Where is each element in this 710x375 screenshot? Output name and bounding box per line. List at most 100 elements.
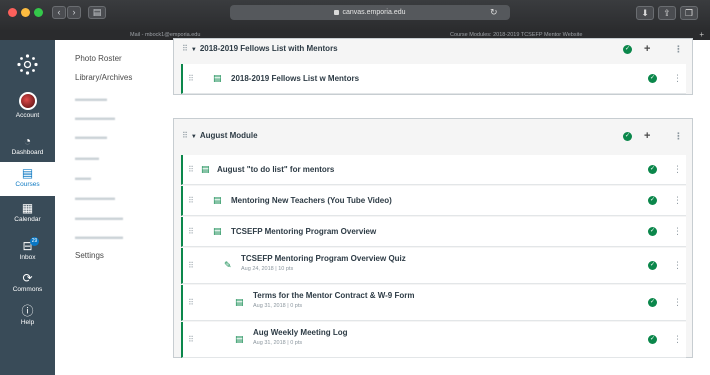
global-nav-help[interactable]: ⓘ Help <box>0 304 55 332</box>
item-menu-icon[interactable]: ⋮ <box>673 297 682 308</box>
module-item-row[interactable]: ⠿ ▤ August "to do list" for mentors ✓ ⋮ <box>181 155 686 185</box>
add-item-icon[interactable]: + <box>644 39 650 59</box>
item-menu-icon[interactable]: ⋮ <box>673 195 682 206</box>
item-menu-icon[interactable]: ⋮ <box>673 334 682 345</box>
add-item-icon[interactable]: + <box>644 119 650 153</box>
module-item-meta: Aug 31, 2018 | 0 pts <box>253 340 303 346</box>
module-item-title[interactable]: TCSEFP Mentoring Program Overview Quiz <box>241 254 406 263</box>
drag-handle-icon[interactable]: ⠿ <box>188 196 194 205</box>
minimize-window-button[interactable] <box>21 8 30 17</box>
item-menu-icon[interactable]: ⋮ <box>673 226 682 237</box>
sidebar-toggle-button[interactable]: ▤ <box>88 6 106 19</box>
tabs-overview-button[interactable]: ❐ <box>680 6 698 20</box>
drag-handle-icon[interactable]: ⠿ <box>188 74 194 83</box>
download-button[interactable]: ⬇ <box>636 6 654 20</box>
drag-handle-icon[interactable]: ⠿ <box>188 335 194 344</box>
global-nav-label: Courses <box>15 181 40 188</box>
forward-button[interactable]: › <box>67 6 81 19</box>
global-nav: Account ◔ Dashboard ▤ Courses ▦ Calendar… <box>0 40 55 375</box>
module-item-row[interactable]: ⠿ ▤ 2018-2019 Fellows List w Mentors ✓ ⋮ <box>181 64 686 94</box>
calendar-icon: ▦ <box>21 201 34 215</box>
quiz-icon: ✎ <box>224 260 232 270</box>
item-menu-icon[interactable]: ⋮ <box>673 164 682 175</box>
item-menu-icon[interactable]: ⋮ <box>673 73 682 84</box>
module-title: 2018-2019 Fellows List with Mentors <box>199 44 338 53</box>
course-nav-hidden-item[interactable]: ▬▬▬▬ <box>75 94 107 103</box>
module-item-row[interactable]: ⠿ ▤ TCSEFP Mentoring Program Overview ✓ … <box>181 217 686 247</box>
course-nav-hidden-item[interactable]: ▬▬▬▬▬▬ <box>75 213 123 222</box>
drag-handle-icon[interactable]: ⠿ <box>188 298 194 307</box>
published-check-icon[interactable]: ✓ <box>623 45 632 54</box>
module-header[interactable]: ⠿ ▼ 2018-2019 Fellows List with Mentors ✓ … <box>174 39 692 59</box>
module-item-meta: Aug 31, 2018 | 0 pts <box>253 303 303 309</box>
published-check-icon[interactable]: ✓ <box>648 261 657 270</box>
course-nav-hidden-item[interactable]: ▬▬▬▬▬▬ <box>75 232 123 241</box>
module-menu-icon[interactable]: ⋮ <box>674 119 683 153</box>
page-icon: ▤ <box>201 164 210 174</box>
module-item-title[interactable]: August "to do list" for mentors <box>217 165 334 174</box>
global-nav-account[interactable]: Account <box>0 92 55 126</box>
module-item-title[interactable]: TCSEFP Mentoring Program Overview <box>231 227 376 236</box>
share-button[interactable]: ⇪ <box>658 6 676 20</box>
drag-handle-icon[interactable]: ⠿ <box>182 44 188 53</box>
global-nav-label: Account <box>15 112 40 119</box>
published-check-icon[interactable]: ✓ <box>648 298 657 307</box>
collapse-caret-icon[interactable]: ▼ <box>191 134 197 140</box>
global-nav-commons[interactable]: ⟳ Commons <box>0 271 55 299</box>
help-icon: ⓘ <box>21 304 34 318</box>
module-item-row[interactable]: ⠿ ▤ Aug Weekly Meeting Log Aug 31, 2018 … <box>181 322 686 358</box>
course-nav-hidden-item[interactable]: ▬▬▬▬ <box>75 132 107 141</box>
module-fellows-list: ⠿ ▼ 2018-2019 Fellows List with Mentors ✓ … <box>173 38 693 95</box>
course-nav-hidden-item[interactable]: ▬▬▬▬▬ <box>75 113 115 122</box>
published-check-icon[interactable]: ✓ <box>623 132 632 141</box>
item-menu-icon[interactable]: ⋮ <box>673 260 682 271</box>
course-nav-settings[interactable]: Settings <box>75 251 104 260</box>
published-check-icon[interactable]: ✓ <box>648 74 657 83</box>
module-item-title[interactable]: 2018-2019 Fellows List w Mentors <box>231 74 359 83</box>
module-item-title[interactable]: Terms for the Mentor Contract & W-9 Form <box>253 291 414 300</box>
reload-icon[interactable]: ↻ <box>490 7 498 18</box>
close-window-button[interactable] <box>8 8 17 17</box>
drag-handle-icon[interactable]: ⠿ <box>188 227 194 236</box>
module-item-row[interactable]: ⠿ ▤ Terms for the Mentor Contract & W-9 … <box>181 285 686 321</box>
dashboard-icon: ◔ <box>23 134 32 148</box>
course-nav-hidden-item[interactable]: ▬▬ <box>75 173 91 182</box>
back-button[interactable]: ‹ <box>52 6 66 19</box>
course-nav-hidden-item[interactable]: ▬▬▬ <box>75 153 99 162</box>
maximize-window-button[interactable] <box>34 8 43 17</box>
lock-icon <box>334 9 340 15</box>
unread-badge: 29 <box>30 237 39 246</box>
drag-handle-icon[interactable]: ⠿ <box>188 165 194 174</box>
drag-handle-icon[interactable]: ⠿ <box>182 131 188 140</box>
published-check-icon[interactable]: ✓ <box>648 196 657 205</box>
global-nav-label: Help <box>20 319 35 326</box>
new-tab-button[interactable]: + <box>699 30 704 40</box>
module-item-row[interactable]: ⠿ ✎ TCSEFP Mentoring Program Overview Qu… <box>181 248 686 284</box>
canvas-logo-icon[interactable] <box>17 54 38 75</box>
module-header[interactable]: ⠿ ▼ August Module ✓ + ⋮ <box>174 119 692 153</box>
global-nav-dashboard[interactable]: ◔ Dashboard <box>0 134 55 162</box>
global-nav-calendar[interactable]: ▦ Calendar <box>0 201 55 229</box>
assignment-icon: ▤ <box>235 297 244 307</box>
course-nav-photo-roster[interactable]: Photo Roster <box>75 54 122 63</box>
courses-icon: ▤ <box>21 166 34 180</box>
module-item-title[interactable]: Mentoring New Teachers (You Tube Video) <box>231 196 392 205</box>
avatar <box>18 92 37 110</box>
drag-handle-icon[interactable]: ⠿ <box>188 261 194 270</box>
global-nav-courses[interactable]: ▤ Courses <box>0 162 55 196</box>
page-icon: ▤ <box>213 195 222 205</box>
module-item-title[interactable]: Aug Weekly Meeting Log <box>253 328 348 337</box>
course-nav-hidden-item[interactable]: ▬▬▬▬▬ <box>75 193 115 202</box>
published-check-icon[interactable]: ✓ <box>648 227 657 236</box>
global-nav-inbox[interactable]: ⊟ 29 Inbox <box>0 237 55 267</box>
address-bar[interactable]: canvas.emporia.edu <box>230 5 510 20</box>
published-check-icon[interactable]: ✓ <box>648 335 657 344</box>
global-nav-label: Commons <box>12 286 43 293</box>
module-item-row[interactable]: ⠿ ▤ Mentoring New Teachers (You Tube Vid… <box>181 186 686 216</box>
inbox-icon: ⊟ <box>22 239 33 253</box>
collapse-caret-icon[interactable]: ▼ <box>191 47 197 53</box>
assignment-icon: ▤ <box>235 334 244 344</box>
course-nav-library-archives[interactable]: Library/Archives <box>75 73 132 82</box>
module-menu-icon[interactable]: ⋮ <box>674 39 683 59</box>
published-check-icon[interactable]: ✓ <box>648 165 657 174</box>
